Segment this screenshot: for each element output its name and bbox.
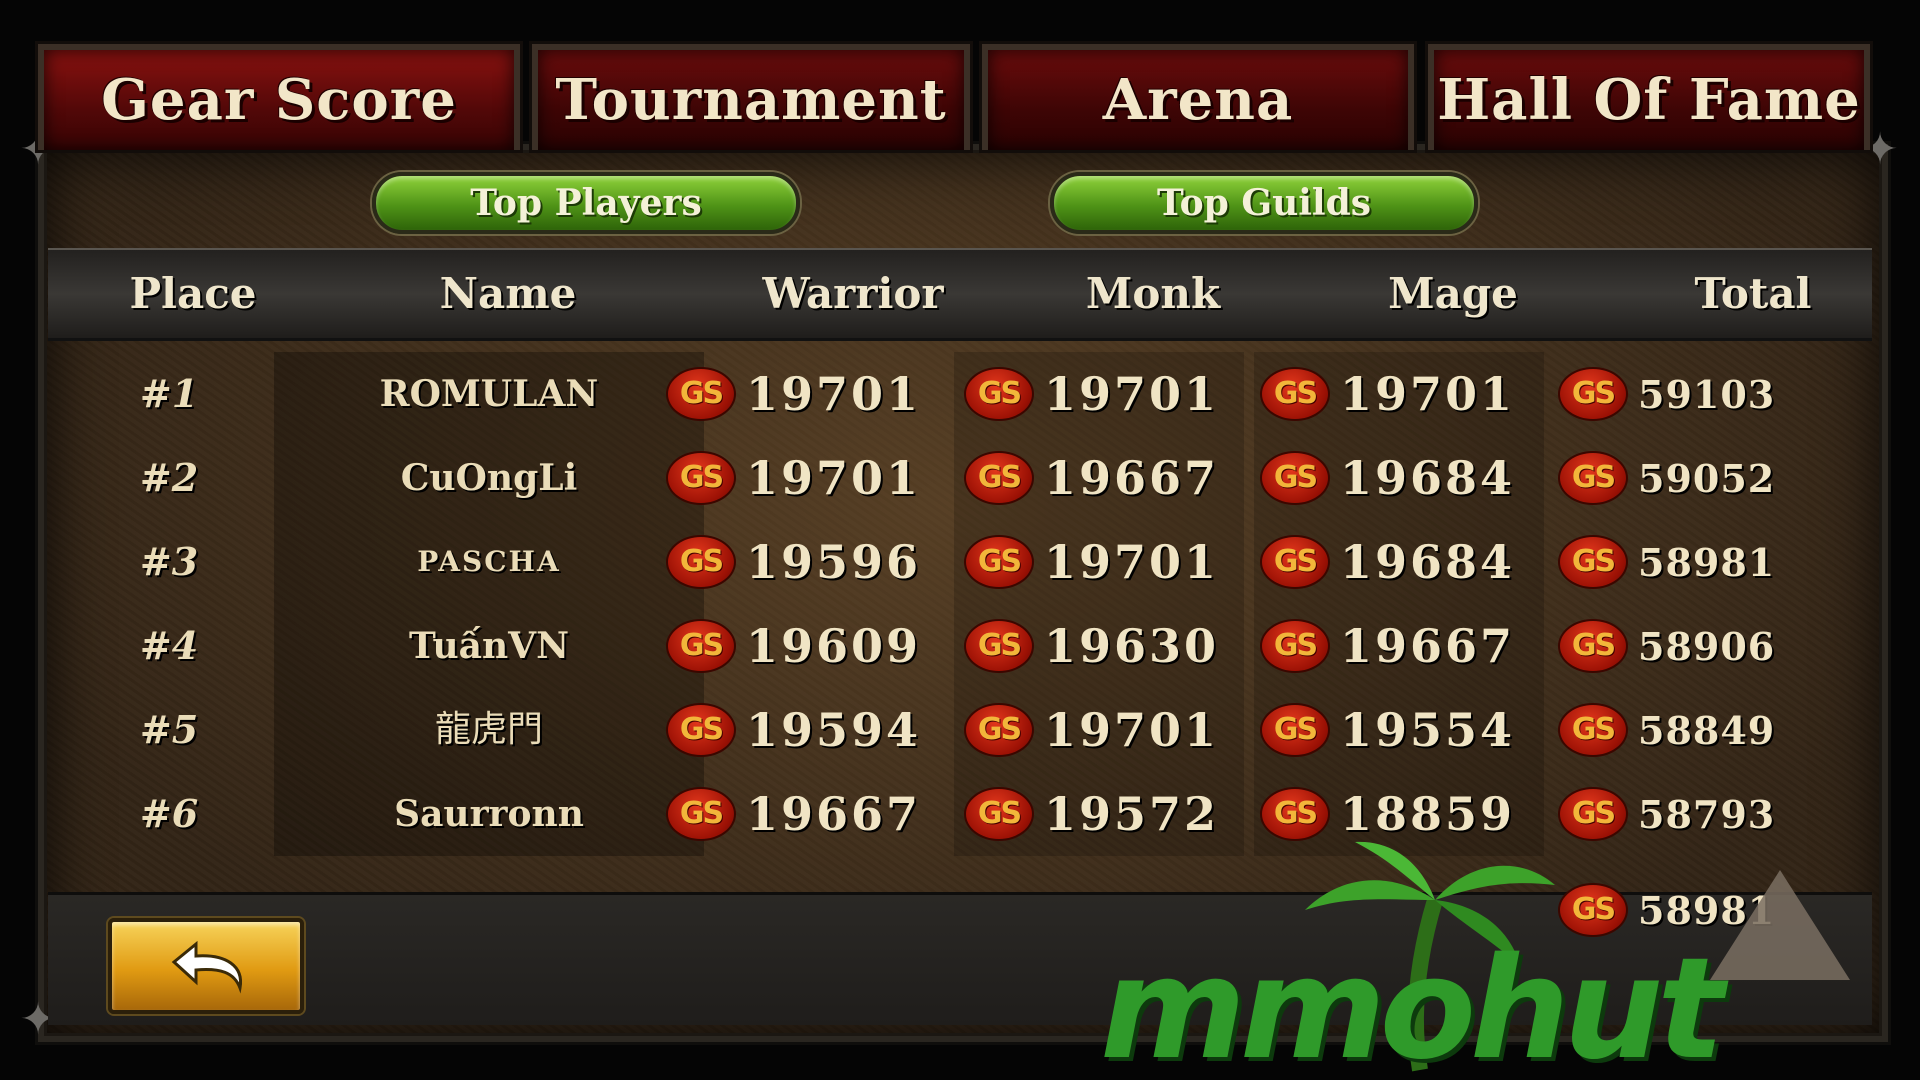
table-row[interactable]: #2 CuOngLi GS 19701 GS 19667 GS 19684 GS 590…: [74, 436, 1854, 520]
gs-badge-icon: GS: [964, 787, 1034, 841]
gs-badge-icon: GS: [964, 703, 1034, 757]
table-header: Place Name Warrior Monk Mage Total: [48, 248, 1872, 341]
table-row[interactable]: #1 ROMULAN GS 19701 GS 19701 GS 19701 GS 591…: [74, 352, 1854, 436]
mage-score: GS 19684: [1260, 446, 1515, 510]
warrior-score: GS 19701: [666, 362, 921, 426]
gs-badge-icon: GS: [1558, 619, 1628, 673]
place-cell: #1: [139, 371, 199, 416]
tab-gear-score[interactable]: Gear Score: [38, 44, 520, 150]
watermark-logo: mmohut: [1100, 950, 1724, 1070]
player-name: TuấnVN: [274, 604, 704, 688]
tab-hall-of-fame[interactable]: Hall Of Fame: [1428, 44, 1870, 150]
gs-badge-icon: GS: [1260, 451, 1330, 505]
monk-score: GS 19701: [964, 530, 1219, 594]
gs-badge-icon: GS: [964, 535, 1034, 589]
player-name: PASCHA: [274, 520, 704, 604]
column-header-monk: Monk: [1085, 269, 1221, 318]
warrior-score: GS 19609: [666, 614, 921, 678]
table-row[interactable]: #3 PASCHA GS 19596 GS 19701 GS 19684 GS 5898…: [74, 520, 1854, 604]
gs-badge-icon: GS: [1558, 367, 1628, 421]
player-name: ROMULAN: [274, 352, 704, 436]
place-cell: #3: [139, 539, 199, 584]
gs-badge-icon: GS: [666, 619, 736, 673]
warrior-score: GS 19667: [666, 782, 921, 846]
gs-badge-icon: GS: [1260, 619, 1330, 673]
gs-badge-icon: GS: [1558, 703, 1628, 757]
table-row[interactable]: #5 龍虎門 GS 19594 GS 19701 GS 19554 GS 58849: [74, 688, 1854, 772]
mage-score: GS 19701: [1260, 362, 1515, 426]
back-arrow-icon: [171, 940, 243, 994]
column-header-mage: Mage: [1388, 269, 1518, 318]
table-row[interactable]: #4 TuấnVN GS 19609 GS 19630 GS 19667 GS 5890…: [74, 604, 1854, 688]
monk-score: GS 19667: [964, 446, 1219, 510]
player-name: 龍虎門: [274, 688, 704, 772]
gs-badge-icon: GS: [1260, 367, 1330, 421]
mage-score: GS 19667: [1260, 614, 1515, 678]
top-players-button[interactable]: Top Players: [372, 172, 800, 234]
monk-score: GS 19630: [964, 614, 1219, 678]
gs-badge-icon: GS: [666, 787, 736, 841]
place-cell: #4: [139, 623, 199, 668]
player-name: Saurronn: [274, 772, 704, 856]
warrior-score: GS 19594: [666, 698, 921, 762]
gs-badge-icon: GS: [964, 367, 1034, 421]
place-cell: #6: [139, 791, 199, 836]
mage-score: GS 19554: [1260, 698, 1515, 762]
total-score: GS 59103: [1558, 362, 1775, 426]
back-button[interactable]: [108, 918, 304, 1014]
place-cell: #2: [139, 455, 199, 500]
monk-score: GS 19701: [964, 698, 1219, 762]
place-cell: #5: [139, 707, 199, 752]
gs-badge-icon: GS: [1260, 535, 1330, 589]
gs-badge-icon: GS: [1260, 703, 1330, 757]
monk-score: GS 19701: [964, 362, 1219, 426]
gs-badge-icon: GS: [1558, 535, 1628, 589]
total-score: GS 58849: [1558, 698, 1775, 762]
mage-score: GS 19684: [1260, 530, 1515, 594]
tab-arena[interactable]: Arena: [982, 44, 1414, 150]
gs-badge-icon: GS: [964, 451, 1034, 505]
gs-badge-icon: GS: [666, 367, 736, 421]
total-score: GS 58906: [1558, 614, 1775, 678]
gs-badge-icon: GS: [666, 703, 736, 757]
tab-tournament[interactable]: Tournament: [532, 44, 970, 150]
gs-badge-icon: GS: [1558, 451, 1628, 505]
column-header-place: Place: [129, 269, 257, 318]
total-score: GS 59052: [1558, 446, 1775, 510]
warrior-score: GS 19701: [666, 446, 921, 510]
top-guilds-button[interactable]: Top Guilds: [1050, 172, 1478, 234]
column-header-total: Total: [1694, 269, 1812, 318]
warrior-score: GS 19596: [666, 530, 921, 594]
column-header-warrior: Warrior: [762, 269, 944, 318]
column-header-name: Name: [439, 269, 577, 318]
gs-badge-icon: GS: [666, 535, 736, 589]
gs-badge-icon: GS: [666, 451, 736, 505]
total-score: GS 58981: [1558, 530, 1775, 594]
gs-badge-icon: GS: [964, 619, 1034, 673]
leaderboard-table: #1 ROMULAN GS 19701 GS 19701 GS 19701 GS 591…: [74, 352, 1854, 892]
player-name: CuOngLi: [274, 436, 704, 520]
